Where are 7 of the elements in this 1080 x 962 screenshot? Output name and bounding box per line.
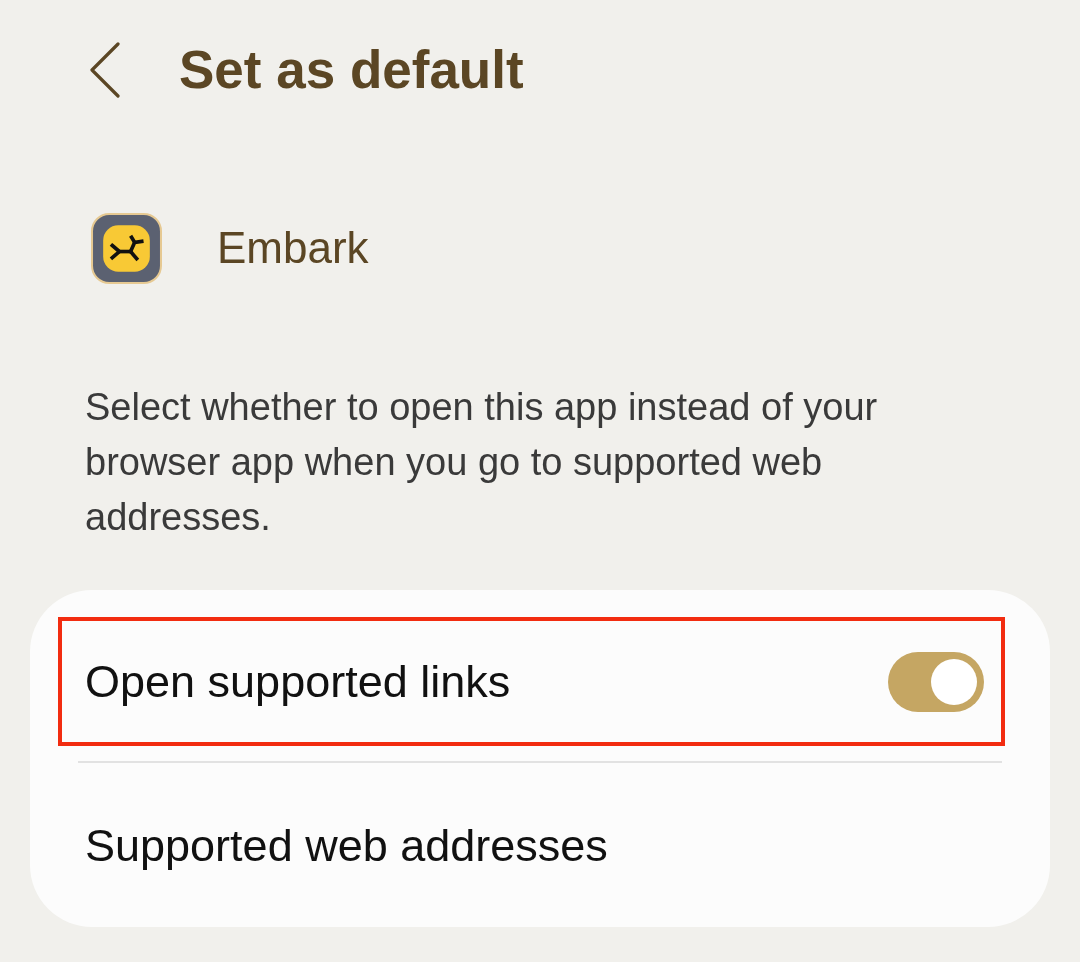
page-title: Set as default [179,39,524,102]
setting-label: Open supported links [85,654,511,709]
description-text: Select whether to open this app instead of your browser app when you go to supported web addresses. [85,385,879,540]
menu-item[interactable]: Supported web addresses [85,818,608,873]
app-icon [91,213,162,284]
back-icon[interactable] [89,42,121,98]
app-name: Embark [217,222,369,275]
